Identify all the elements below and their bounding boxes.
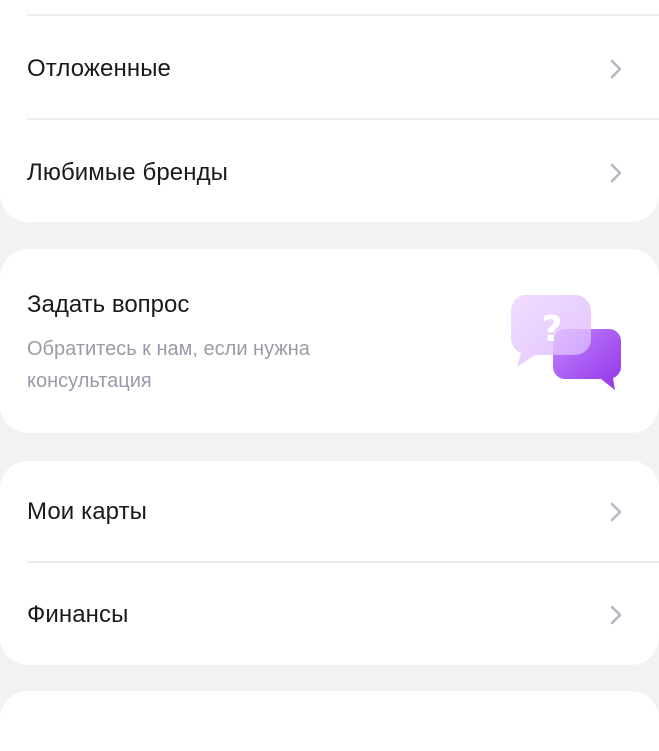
ask-question-card[interactable]: Задать вопрос Обратитесь к нам, если нуж… xyxy=(0,249,659,433)
menu-item-label: Отложенные xyxy=(27,55,171,82)
ask-question-title: Задать вопрос xyxy=(27,291,190,318)
menu-item-favorite-brands[interactable]: Любимые бренды xyxy=(0,122,659,224)
menu-item-postponed[interactable]: Отложенные xyxy=(0,18,659,120)
question-chat-bubbles-icon: ? xyxy=(510,295,621,390)
chevron-right-icon xyxy=(610,605,622,625)
divider xyxy=(27,561,659,563)
chevron-right-icon xyxy=(610,502,622,522)
ask-question-subtitle: Обратитесь к нам, если нужна консультаци… xyxy=(27,338,310,392)
divider xyxy=(27,14,659,16)
chevron-right-icon xyxy=(610,59,622,79)
menu-card-top: Отложенные Любимые бренды xyxy=(0,0,659,222)
menu-item-label: Мои карты xyxy=(27,498,148,525)
divider xyxy=(27,118,659,120)
menu-card-finance: Мои карты Финансы xyxy=(0,461,659,665)
menu-item-finances[interactable]: Финансы xyxy=(0,564,659,666)
chevron-right-icon xyxy=(610,163,622,183)
menu-card-bottom xyxy=(0,691,659,751)
menu-item-label: Финансы xyxy=(27,601,129,628)
menu-item-my-cards[interactable]: Мои карты xyxy=(0,461,659,563)
menu-item-label: Любимые бренды xyxy=(27,159,229,186)
svg-text:?: ? xyxy=(542,309,563,350)
